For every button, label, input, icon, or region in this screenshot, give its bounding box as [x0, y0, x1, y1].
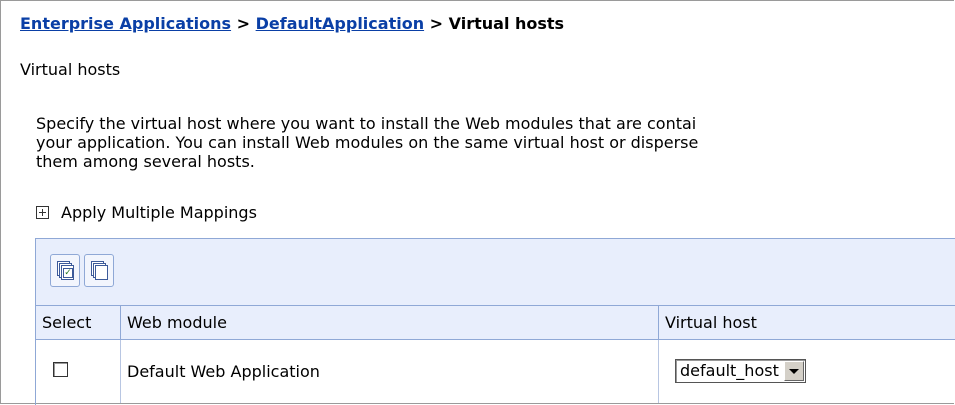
- breadcrumb-link-default-application[interactable]: DefaultApplication: [256, 14, 424, 33]
- mapping-table: Select Web module Virtual host Default W…: [36, 306, 955, 403]
- virtual-host-value: default_host: [676, 361, 783, 380]
- expand-plus-icon[interactable]: [36, 206, 49, 219]
- virtual-host-cell: default_host: [659, 339, 955, 403]
- description-line: Specify the virtual host where you want …: [36, 114, 955, 133]
- description-line: them among several hosts.: [36, 152, 955, 171]
- dropdown-arrow-icon[interactable]: [784, 361, 804, 381]
- deselect-all-button[interactable]: [84, 254, 114, 287]
- select-all-button[interactable]: ✓: [50, 254, 80, 287]
- breadcrumb-separator: >: [424, 14, 449, 33]
- description: Specify the virtual host where you want …: [36, 114, 955, 171]
- apply-multiple-mappings-toggle[interactable]: Apply Multiple Mappings: [36, 203, 257, 222]
- column-header-web-module[interactable]: Web module: [121, 306, 659, 339]
- table-row: Default Web Application default_host: [36, 339, 955, 403]
- table-toolbar: ✓: [36, 239, 955, 306]
- column-header-select[interactable]: Select: [36, 306, 121, 339]
- breadcrumb-current: Virtual hosts: [449, 14, 564, 33]
- table-header-row: Select Web module Virtual host: [36, 306, 955, 339]
- column-header-virtual-host[interactable]: Virtual host: [659, 306, 955, 339]
- web-module-cell: Default Web Application: [121, 339, 659, 403]
- apply-multiple-mappings-label: Apply Multiple Mappings: [61, 203, 257, 222]
- page-title: Virtual hosts: [20, 60, 120, 79]
- breadcrumb-link-enterprise-applications[interactable]: Enterprise Applications: [20, 14, 231, 33]
- select-cell: [36, 339, 121, 403]
- description-line: your application. You can install Web mo…: [36, 133, 955, 152]
- web-modules-table: ✓ Select Web module Virtual host Default…: [35, 238, 955, 405]
- breadcrumb: Enterprise Applications > DefaultApplica…: [20, 14, 564, 33]
- breadcrumb-separator: >: [231, 14, 256, 33]
- row-select-checkbox[interactable]: [53, 362, 68, 377]
- virtual-host-select[interactable]: default_host: [675, 359, 806, 383]
